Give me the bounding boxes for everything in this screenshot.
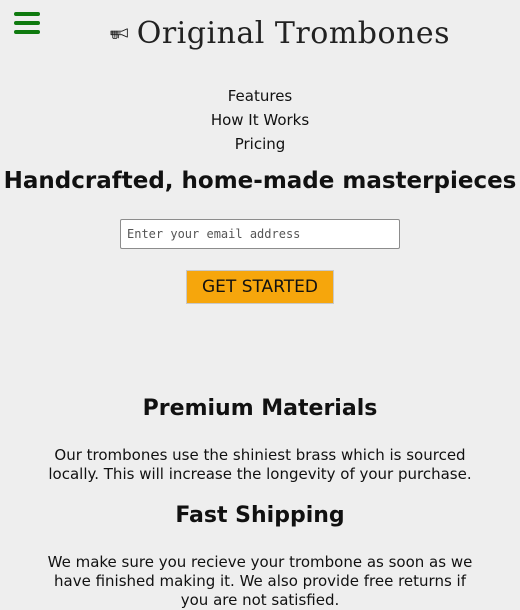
feature-title-premium-materials: Premium Materials: [142, 396, 378, 421]
logo-text: Original Trombones: [136, 16, 450, 51]
hero-title: Handcrafted, home-made masterpieces: [3, 168, 517, 194]
menu-bar: [14, 12, 40, 16]
feature-title-fast-shipping: Fast Shipping: [175, 503, 345, 528]
hamburger-menu-icon[interactable]: [14, 12, 40, 34]
site-header: Original Trombones: [110, 14, 450, 54]
menu-bar: [14, 30, 40, 34]
email-field[interactable]: [120, 219, 400, 249]
trombone-icon: [110, 28, 128, 39]
nav-link-features[interactable]: Features: [0, 84, 520, 108]
menu-bar: [14, 21, 40, 25]
main-nav: Features How It Works Pricing: [0, 84, 520, 156]
get-started-button[interactable]: GET STARTED: [186, 270, 334, 304]
feature-text-premium-materials: Our trombones use the shiniest brass whi…: [48, 446, 472, 483]
nav-link-how-it-works[interactable]: How It Works: [0, 108, 520, 132]
nav-link-pricing[interactable]: Pricing: [0, 132, 520, 156]
feature-text-fast-shipping: We make sure you recieve your trombone a…: [47, 553, 473, 609]
